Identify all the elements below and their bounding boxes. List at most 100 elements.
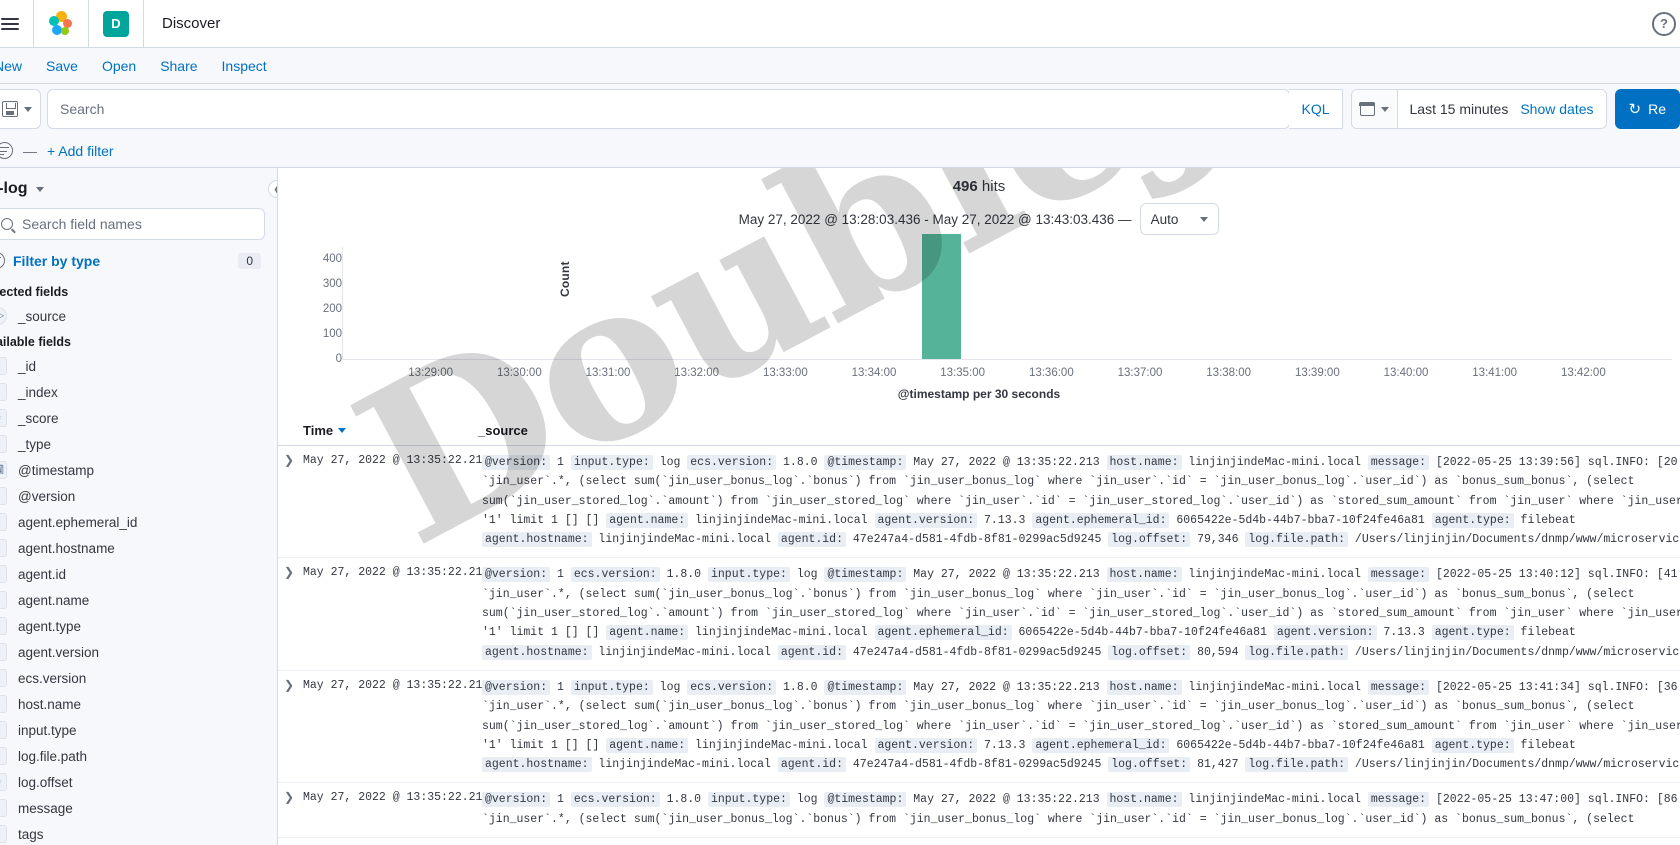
field-item-agent-hostname[interactable]: t agent.hostname xyxy=(0,535,265,561)
refresh-label: Re xyxy=(1648,101,1666,117)
topnav-item-new[interactable]: New xyxy=(0,48,34,84)
hamburger-menu-button[interactable] xyxy=(0,0,34,47)
interval-select[interactable]: Auto xyxy=(1139,203,1220,235)
date-range-value[interactable]: Last 15 minutes xyxy=(1398,101,1521,117)
field-type-string-icon: t xyxy=(0,669,7,687)
column-header-time[interactable]: Time xyxy=(278,423,478,438)
field-type-string-icon: t xyxy=(0,357,7,375)
field-search-input[interactable] xyxy=(20,215,256,233)
x-tick-133100: 13:31:00 xyxy=(585,367,631,379)
y-tick-100: 100 xyxy=(322,327,342,340)
source-field-key: agent.type: xyxy=(1431,625,1514,641)
topnav-item-inspect[interactable]: Inspect xyxy=(210,48,279,84)
doc-source-line: @version: 1 input.type: log ecs.version:… xyxy=(482,678,1680,697)
available-fields-heading: vailable fields xyxy=(0,335,71,349)
field-item-agent-type[interactable]: t agent.type xyxy=(0,613,265,639)
chevron-right-icon[interactable]: ❯ xyxy=(278,565,303,661)
topnav-item-open[interactable]: Open xyxy=(90,48,148,84)
chevron-left-icon[interactable]: ❮ xyxy=(268,180,277,198)
caret-down-icon[interactable] xyxy=(338,428,347,433)
field-item-tags[interactable]: ttags xyxy=(0,821,265,845)
table-row[interactable]: ❯ May 27, 2022 @ 13:35:22.213 @version: 1 … xyxy=(278,671,1680,784)
source-field-key: message: xyxy=(1367,455,1430,470)
field-type-number-icon: # xyxy=(0,409,7,427)
field-search-box[interactable] xyxy=(0,208,265,240)
app-badge-button[interactable]: D xyxy=(89,0,144,47)
topnav-item-share[interactable]: Share xyxy=(148,48,209,84)
doc-time-cell: May 27, 2022 @ 13:35:22.213 xyxy=(303,791,490,805)
chevron-right-icon[interactable]: ❯ xyxy=(278,453,303,549)
help-circle-icon[interactable]: ? xyxy=(1652,11,1676,36)
x-tick-132900: 13:29:00 xyxy=(408,367,454,379)
chevron-right-icon[interactable]: ❯ xyxy=(278,678,303,774)
query-language-button[interactable]: KQL xyxy=(1289,89,1343,129)
x-tick-133700: 13:37:00 xyxy=(1117,367,1163,379)
table-row[interactable]: ❯ May 27, 2022 @ 13:35:22.213 @version: 1 … xyxy=(278,446,1680,559)
histogram-chart[interactable]: Count 0 100 200 300 400 13:29:00 13:30:00 13:3… xyxy=(278,234,1680,407)
source-field-key: log.file.path: xyxy=(1245,532,1349,548)
doc-source-line: agent.hostname: linjinjindeMac-mini.loca… xyxy=(482,643,1680,662)
add-filter-button[interactable]: + Add filter xyxy=(47,143,114,159)
histogram-bar[interactable] xyxy=(922,234,962,359)
elastic-logo-button[interactable] xyxy=(34,0,89,47)
filter-by-type-button[interactable]: Filter by type 0 xyxy=(0,240,265,279)
source-field-key: agent.ephemeral_id: xyxy=(1032,737,1170,753)
table-row[interactable]: ❯ May 27, 2022 @ 13:35:22.213 @version: 1 … xyxy=(278,558,1680,671)
y-tick-300: 300 xyxy=(322,277,342,290)
index-pattern-selector[interactable]: m-log xyxy=(0,168,265,208)
saved-query-button[interactable] xyxy=(0,89,41,129)
chevron-down-icon xyxy=(35,186,44,192)
doc-source-line: sum(`jin_user_stored_log`.`amount`) from… xyxy=(482,607,1680,621)
chart-plot-area[interactable] xyxy=(342,234,1672,360)
search-query-field[interactable] xyxy=(47,89,1291,129)
y-tick-400: 400 xyxy=(322,252,342,265)
field-item-agent-ephemeral_id[interactable]: t agent.ephemeral_id xyxy=(0,509,265,535)
source-field-key: agent.version: xyxy=(874,737,978,753)
show-dates-button[interactable]: Show dates xyxy=(1520,101,1605,117)
date-quick-select-button[interactable] xyxy=(1351,90,1398,128)
x-tick-133900: 13:39:00 xyxy=(1294,367,1340,379)
field-item-log-offset[interactable]: # log.offset xyxy=(0,769,265,795)
field-item-host-name[interactable]: t host.name xyxy=(0,691,265,717)
table-body: ❯ May 27, 2022 @ 13:35:22.213 @version: 1 … xyxy=(278,446,1680,839)
doc-source-line: agent.hostname: linjinjindeMac-mini.loca… xyxy=(482,530,1680,549)
column-header-source[interactable]: _source xyxy=(478,423,528,438)
source-field-key: agent.version: xyxy=(1273,625,1377,641)
field-item-_id[interactable]: t _id xyxy=(0,353,265,379)
field-item-log-file-path[interactable]: t log.file.path xyxy=(0,743,265,769)
topnav-item-save[interactable]: Save xyxy=(34,48,90,84)
doc-source-cell: @version: 1 input.type: log ecs.version:… xyxy=(478,678,1680,774)
refresh-button[interactable]: ↻ Re xyxy=(1614,89,1680,129)
search-input[interactable] xyxy=(58,100,1280,118)
field-item-_index[interactable]: t _index xyxy=(0,379,265,405)
filter-list-icon[interactable] xyxy=(0,142,13,159)
x-tick-133000: 13:30:00 xyxy=(496,367,542,379)
field-item-agent-name[interactable]: t agent.name xyxy=(0,587,265,613)
field-name-label: @version xyxy=(18,488,76,504)
x-tick-133300: 13:33:00 xyxy=(762,367,808,379)
filter-by-type-count: 0 xyxy=(238,252,261,269)
chevron-right-icon[interactable]: ❯ xyxy=(278,790,303,829)
doc-time-cell: May 27, 2022 @ 13:35:22.213 xyxy=(303,566,490,580)
table-row[interactable]: ❯ May 27, 2022 @ 13:35:22.213 @version: 1 … xyxy=(278,783,1680,839)
source-field-key: message: xyxy=(1367,679,1430,695)
field-item-_score[interactable]: # _score xyxy=(0,405,265,431)
field-item--version[interactable]: t @version xyxy=(0,483,265,509)
field-item-_source[interactable]: </> _source xyxy=(0,303,265,329)
page-title: Discover xyxy=(162,15,221,32)
field-sidebar: ❮ m-log Filter by type 0 elected fields … xyxy=(0,168,278,845)
field-item-input-type[interactable]: t input.type xyxy=(0,717,265,743)
x-tick-134000: 13:40:00 xyxy=(1383,367,1429,379)
field-item-_type[interactable]: t _type xyxy=(0,431,265,457)
source-field-key: agent.hostname: xyxy=(482,757,592,773)
field-item-agent-version[interactable]: t agent.version xyxy=(0,639,265,665)
x-tick-133800: 13:38:00 xyxy=(1206,367,1252,379)
field-name-label: _index xyxy=(18,384,58,400)
field-item--timestamp[interactable]: 🗓 @timestamp xyxy=(0,457,265,483)
field-type-string-icon: t xyxy=(0,825,7,843)
field-name-label: _type xyxy=(18,436,52,452)
field-item-agent-id[interactable]: t agent.id xyxy=(0,561,265,587)
field-item-ecs-version[interactable]: t ecs.version xyxy=(0,665,265,691)
field-item-message[interactable]: t message xyxy=(0,795,265,821)
hamburger-menu-icon xyxy=(0,15,19,33)
